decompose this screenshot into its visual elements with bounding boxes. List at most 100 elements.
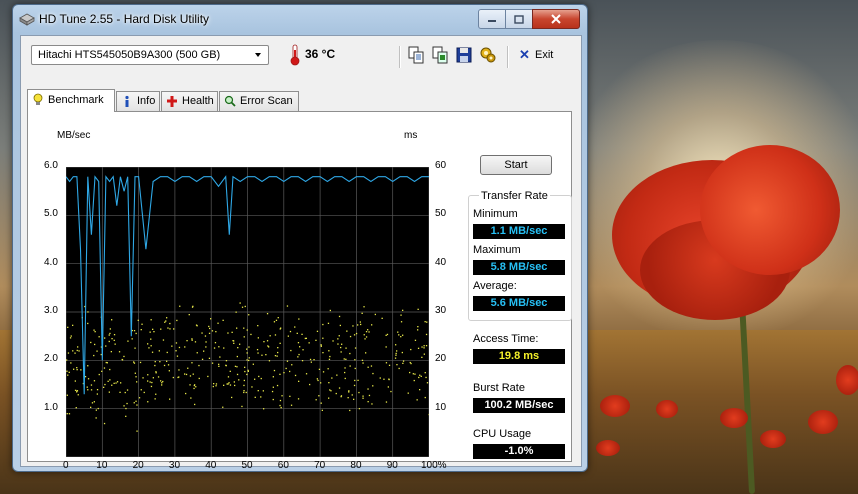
access-time-point: [345, 347, 347, 349]
tab-info[interactable]: Info: [116, 91, 160, 111]
access-time-point: [93, 354, 95, 357]
access-time-point: [153, 331, 155, 333]
access-time-point: [186, 340, 188, 342]
access-time-point: [349, 335, 352, 338]
access-time-point: [397, 331, 399, 333]
title-bar[interactable]: HD Tune 2.55 - Hard Disk Utility: [13, 5, 587, 33]
access-time-point: [233, 342, 235, 344]
access-time-point: [362, 362, 364, 364]
access-time-point: [191, 362, 193, 364]
drive-select[interactable]: Hitachi HTS545050B9A300 (500 GB): [31, 45, 269, 65]
access-time-point: [340, 396, 342, 398]
access-time-point: [136, 404, 138, 406]
access-time-point: [196, 352, 198, 354]
access-time-point: [244, 366, 246, 368]
copy-text-icon[interactable]: [407, 46, 425, 64]
access-time-point: [327, 368, 329, 370]
info-icon: [125, 95, 129, 107]
access-time-point: [304, 337, 306, 340]
access-time-point: [341, 343, 343, 345]
access-time-point: [74, 380, 76, 382]
access-time-point: [66, 413, 68, 415]
tab-error-scan[interactable]: Error Scan: [219, 91, 299, 111]
access-time-point: [87, 389, 89, 391]
access-time-point: [353, 384, 356, 387]
start-button[interactable]: Start: [480, 155, 552, 175]
access-time-point: [335, 392, 337, 395]
access-time-point: [322, 337, 324, 339]
access-time-point: [87, 365, 89, 367]
access-time-point: [75, 407, 77, 409]
wallpaper-small-poppy: [656, 400, 678, 418]
close-button[interactable]: [532, 9, 580, 29]
save-icon[interactable]: [455, 46, 473, 64]
x-axis-tick: 20: [132, 460, 144, 471]
left-axis-tick: 6.0: [44, 160, 58, 171]
exit-button[interactable]: ✕ Exit: [517, 46, 559, 64]
minimize-button[interactable]: [478, 9, 506, 29]
access-time-point: [265, 354, 267, 356]
access-time-point: [390, 390, 392, 393]
copy-screenshot-icon[interactable]: [431, 46, 449, 64]
x-axis-tick: 60: [277, 460, 289, 471]
access-time-point: [351, 394, 353, 396]
access-time-point: [315, 399, 317, 401]
access-time-point: [147, 343, 149, 345]
access-time-point: [328, 382, 330, 384]
access-time-point: [104, 383, 106, 386]
access-time-point: [344, 377, 346, 380]
access-time-point: [297, 398, 300, 400]
tab-benchmark[interactable]: Benchmark: [27, 89, 115, 112]
access-time-point: [414, 339, 417, 341]
maximum-value: 5.8 MB/sec: [473, 260, 565, 275]
access-time-point: [266, 340, 269, 342]
access-time-point: [244, 370, 246, 373]
access-time-point: [241, 405, 243, 408]
options-icon[interactable]: [479, 46, 497, 64]
access-time-point: [175, 350, 177, 352]
access-time-point: [275, 319, 278, 321]
access-time-point: [250, 333, 252, 336]
access-time-point: [168, 370, 170, 372]
access-time-point: [239, 302, 241, 304]
access-time-point: [419, 389, 421, 391]
access-time-point: [101, 370, 103, 372]
access-time-point: [277, 351, 279, 354]
access-time-point: [169, 398, 171, 400]
access-time-point: [385, 346, 387, 348]
x-axis-tick: 40: [205, 460, 217, 471]
access-time-point: [248, 314, 250, 316]
access-time-point: [191, 339, 193, 341]
access-time-point: [173, 328, 175, 330]
close-icon: [551, 14, 561, 24]
access-time-point: [385, 401, 388, 403]
access-time-point: [286, 305, 289, 307]
access-time-point: [286, 360, 289, 362]
access-time-point: [290, 349, 292, 352]
access-time-point: [262, 390, 264, 392]
access-time-point: [298, 318, 300, 320]
maximize-button[interactable]: [505, 9, 533, 29]
access-time-point: [149, 331, 151, 333]
window-client-area: Hitachi HTS545050B9A300 (500 GB) 36 °C ✕…: [20, 35, 582, 471]
access-time-point: [147, 374, 149, 376]
access-time-point: [161, 384, 163, 386]
access-time-point: [66, 370, 68, 372]
drive-select-value: Hitachi HTS545050B9A300 (500 GB): [38, 49, 221, 61]
access-time-point: [338, 335, 340, 337]
access-time-point: [90, 341, 92, 344]
access-time-point: [289, 330, 292, 333]
access-time-point: [320, 344, 322, 346]
maximize-icon: [514, 14, 524, 24]
hdtune-window: HD Tune 2.55 - Hard Disk Utility Hitachi…: [12, 4, 588, 472]
access-time-point: [87, 311, 89, 313]
access-time-point: [281, 395, 283, 397]
tab-health[interactable]: Health: [161, 91, 218, 111]
access-time-point: [316, 378, 318, 380]
maximum-label: Maximum: [473, 244, 521, 256]
access-time-point: [329, 355, 331, 358]
access-time-point: [268, 360, 271, 362]
left-axis-unit: MB/sec: [57, 130, 91, 141]
x-axis-tick: 30: [168, 460, 181, 471]
access-time-point: [227, 376, 230, 378]
